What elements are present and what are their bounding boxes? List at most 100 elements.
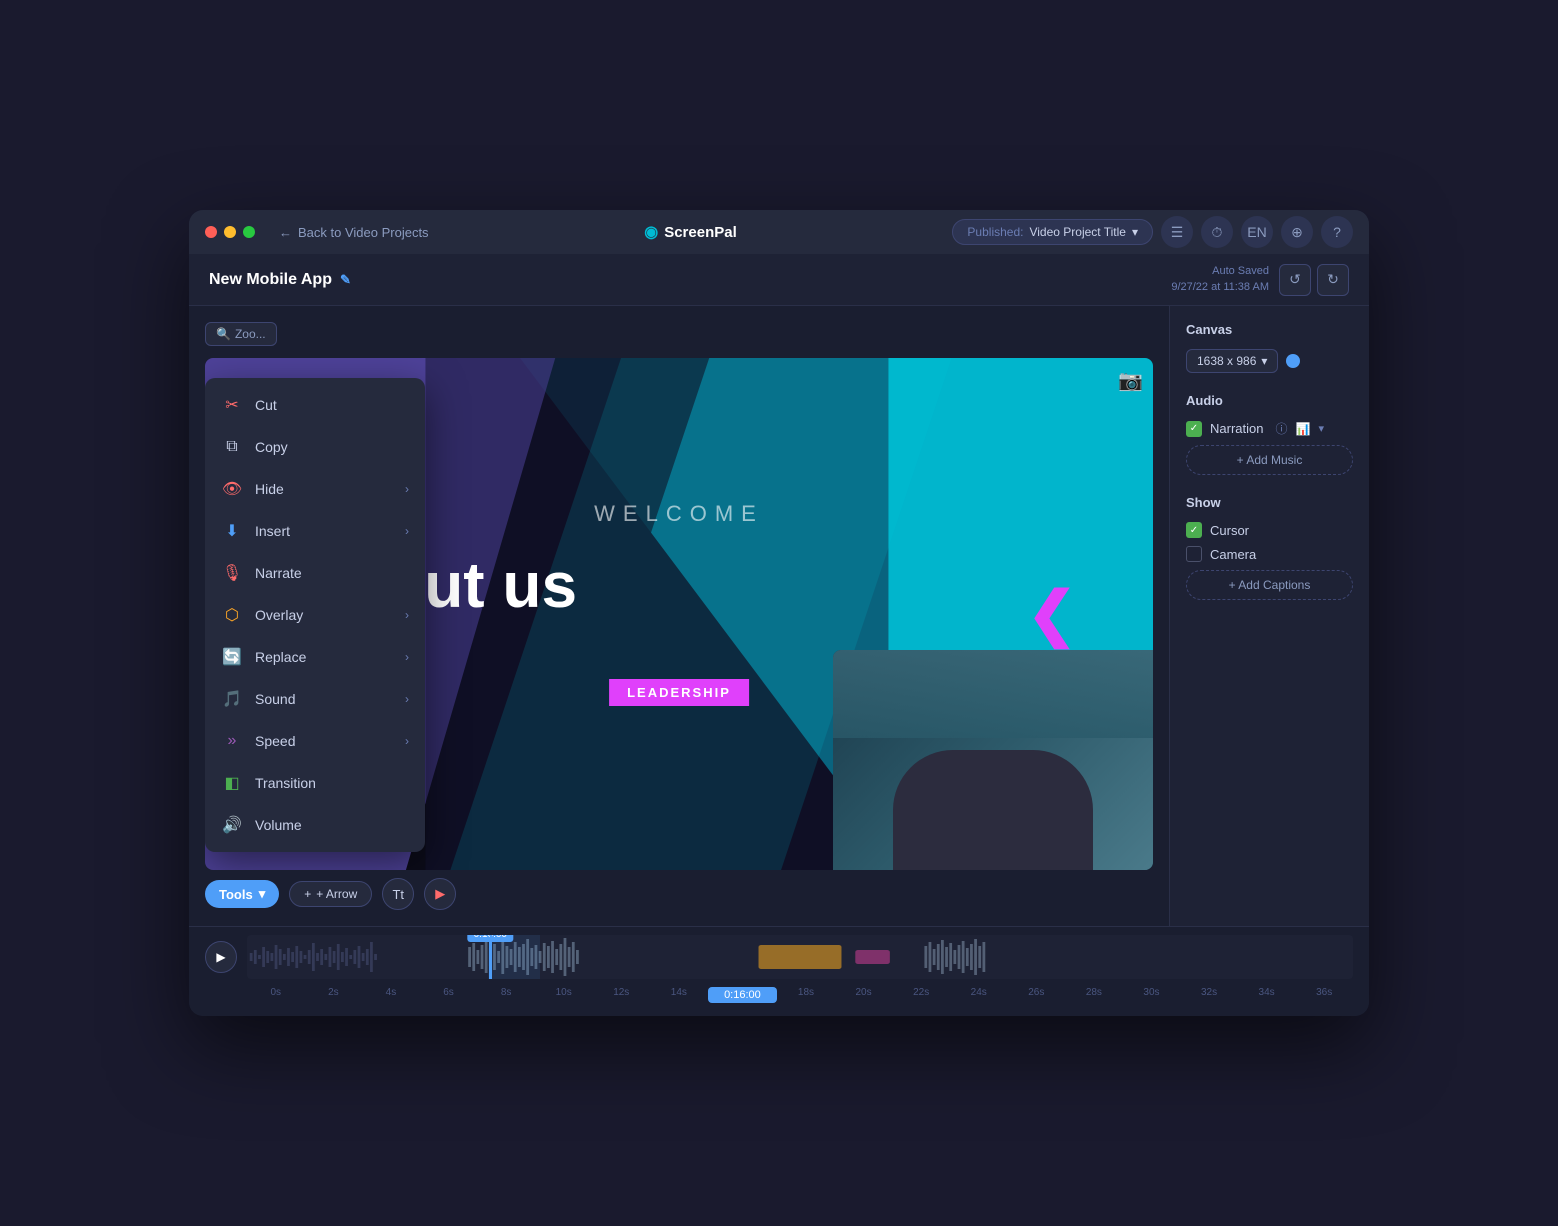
time-8s: 8s [477, 987, 535, 1003]
menu-item-insert[interactable]: ⬇ Insert › [205, 510, 425, 552]
cursor-tool-button[interactable]: ▶ [424, 878, 456, 910]
layers-icon-button[interactable]: ⊕ [1281, 216, 1313, 248]
help-icon-button[interactable]: ? [1321, 216, 1353, 248]
audio-panel-section: Audio ✓ Narration ⓘ 📊 ▾ + Add Music [1186, 393, 1353, 475]
menu-item-hide[interactable]: 👁 Hide › [205, 468, 425, 510]
time-2s: 2s [305, 987, 363, 1003]
auto-saved-label: Auto Saved [1171, 264, 1269, 279]
menu-item-sound[interactable]: 🎵 Sound › [205, 678, 425, 720]
project-title: New Mobile App ✎ [209, 271, 351, 289]
menu-item-cut[interactable]: ✂ Cut [205, 384, 425, 426]
menu-item-volume[interactable]: 🔊 Volume [205, 804, 425, 846]
menu-item-overlay[interactable]: ⬡ Overlay › [205, 594, 425, 636]
narration-levels-icon[interactable]: 📊 [1295, 422, 1310, 436]
time-30s: 30s [1123, 987, 1181, 1003]
maximize-traffic-light[interactable] [243, 226, 255, 238]
time-26s: 26s [1008, 987, 1066, 1003]
narration-label: Narration [1210, 421, 1263, 436]
add-captions-button[interactable]: + Add Captions [1186, 570, 1353, 600]
text-tool-icon: Tt [392, 887, 404, 902]
time-34s: 34s [1238, 987, 1296, 1003]
context-menu: ✂ Cut ⧉ Copy 👁 Hide › ⬇ Insert [205, 378, 425, 852]
sound-icon: 🎵 [221, 688, 243, 710]
publish-label: Published: [967, 225, 1023, 239]
overlay-icon: ⬡ [221, 604, 243, 626]
replace-label: Replace [255, 649, 306, 665]
cursor-checkbox[interactable]: ✓ [1186, 522, 1202, 538]
redo-icon: ↻ [1327, 271, 1339, 288]
back-arrow-icon: ← [279, 225, 292, 240]
time-10s: 10s [535, 987, 593, 1003]
language-icon-button[interactable]: EN [1241, 216, 1273, 248]
narration-chevron-icon[interactable]: ▾ [1318, 422, 1324, 435]
sound-arrow-icon: › [405, 692, 409, 706]
logo-icon: ◉ [644, 222, 658, 242]
menu-item-speed[interactable]: » Speed › [205, 720, 425, 762]
timeline-labels: 0s 2s 4s 6s 8s 10s 12s 14s 0:16:00 18s 2… [247, 987, 1353, 1003]
menu-item-transition[interactable]: ◧ Transition [205, 762, 425, 804]
time-28s: 28s [1065, 987, 1123, 1003]
redo-button[interactable]: ↻ [1317, 264, 1349, 296]
list-icon-button[interactable]: ☰ [1161, 216, 1193, 248]
time-16s-current: 0:16:00 [708, 987, 778, 1003]
timeline-track[interactable]: // Generate waveform bars inline - will … [247, 935, 1353, 979]
text-tool-button[interactable]: Tt [382, 878, 414, 910]
menu-item-narrate[interactable]: 🎙 Narrate [205, 552, 425, 594]
narration-checkbox[interactable]: ✓ [1186, 421, 1202, 437]
history-icon-button[interactable]: ⏱ [1201, 216, 1233, 248]
canvas-size-row: 1638 x 986 ▾ [1186, 349, 1353, 373]
show-panel-section: Show ✓ Cursor Camera + Add Captions [1186, 495, 1353, 600]
time-24s: 24s [950, 987, 1008, 1003]
hide-icon: 👁 [221, 478, 243, 500]
play-button[interactable]: ▶ [205, 941, 237, 973]
zoom-icon: 🔍 [216, 327, 231, 341]
transition-icon: ◧ [221, 772, 243, 794]
canvas-size-chevron-icon: ▾ [1261, 354, 1267, 368]
chevron-icon: ❮ [1027, 579, 1077, 649]
canvas-section-title: Canvas [1186, 322, 1353, 337]
camera-checkbox[interactable] [1186, 546, 1202, 562]
canvas-size-button[interactable]: 1638 x 986 ▾ [1186, 349, 1278, 373]
arrow-tool-icon: + [304, 887, 311, 901]
back-label: Back to Video Projects [298, 225, 429, 240]
add-music-button[interactable]: + Add Music [1186, 445, 1353, 475]
bottom-toolbar: Tools ▾ + + Arrow Tt ▶ [205, 870, 1153, 910]
add-captions-label: + Add Captions [1229, 578, 1311, 592]
close-traffic-light[interactable] [205, 226, 217, 238]
time-32s: 32s [1180, 987, 1238, 1003]
speed-icon: » [221, 730, 243, 752]
camera-label: Camera [1210, 547, 1256, 562]
audio-section-title: Audio [1186, 393, 1353, 408]
auto-saved-date: 9/27/22 at 11:38 AM [1171, 280, 1269, 295]
welcome-text: WELCOME [594, 501, 764, 527]
project-title-text: New Mobile App [209, 271, 332, 289]
cut-icon: ✂ [221, 394, 243, 416]
play-icon: ▶ [216, 950, 225, 964]
time-20s: 20s [835, 987, 893, 1003]
menu-item-copy[interactable]: ⧉ Copy [205, 426, 425, 468]
minimize-traffic-light[interactable] [224, 226, 236, 238]
canvas-area: 🔍 Zoo... [189, 306, 1169, 926]
arrow-tool-button[interactable]: + + Arrow [289, 881, 372, 907]
insert-icon: ⬇ [221, 520, 243, 542]
replace-icon: 🔄 [221, 646, 243, 668]
webcam-bg [833, 650, 1153, 870]
camera-capture-button[interactable]: 📷 [1118, 368, 1143, 393]
tools-dropdown[interactable]: Tools ▾ [205, 880, 279, 908]
cursor-row: ✓ Cursor [1186, 522, 1353, 538]
edit-icon[interactable]: ✎ [340, 272, 351, 288]
insert-arrow-icon: › [405, 524, 409, 538]
canvas-color-dot[interactable] [1286, 354, 1300, 368]
leadership-badge: LEADERSHIP [609, 679, 749, 706]
undo-button[interactable]: ↺ [1279, 264, 1311, 296]
add-music-label: + Add Music [1237, 453, 1303, 467]
time-0s: 0s [247, 987, 305, 1003]
publish-button[interactable]: Published: Video Project Title ▾ [952, 219, 1153, 245]
title-bar: ← Back to Video Projects ◉ ScreenPal Pub… [189, 210, 1369, 254]
narration-info-icon[interactable]: ⓘ [1275, 420, 1287, 437]
menu-item-replace[interactable]: 🔄 Replace › [205, 636, 425, 678]
back-button[interactable]: ← Back to Video Projects [279, 225, 429, 240]
zoom-button[interactable]: 🔍 Zoo... [205, 322, 277, 346]
sound-label: Sound [255, 691, 295, 707]
narrate-icon: 🎙 [221, 562, 243, 584]
